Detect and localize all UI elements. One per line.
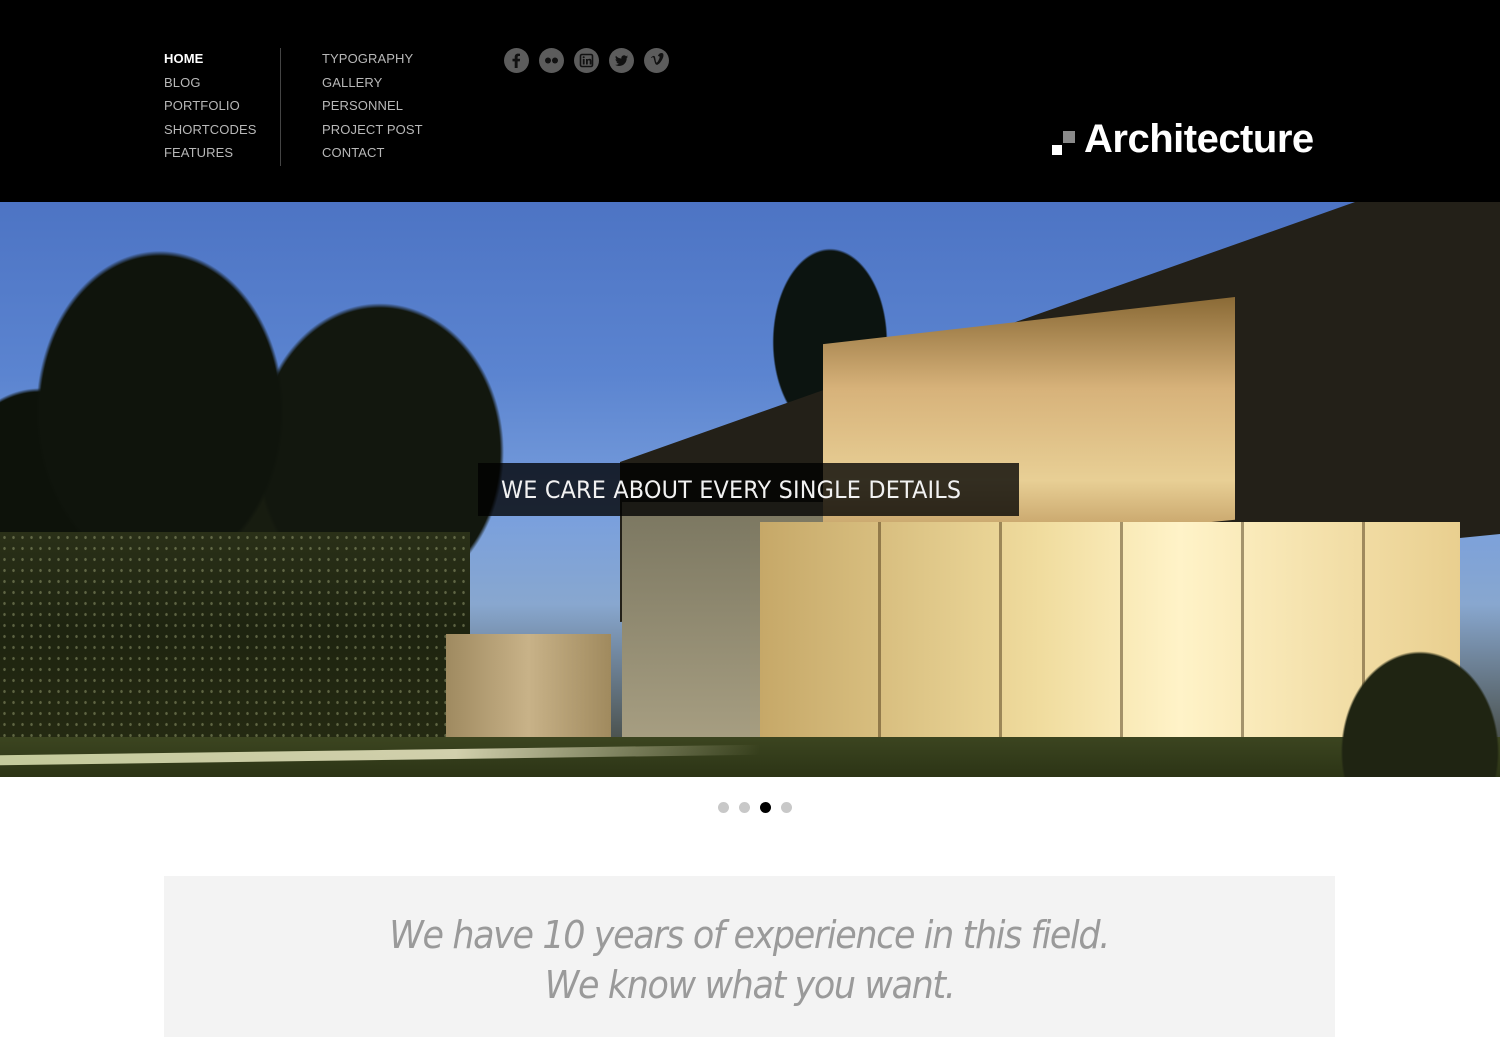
- facebook-icon[interactable]: [504, 48, 529, 73]
- twitter-icon[interactable]: [609, 48, 634, 73]
- nav-item-personnel[interactable]: PERSONNEL: [322, 98, 403, 113]
- slider-dot-2[interactable]: [739, 802, 750, 813]
- slider-pagination: [718, 802, 792, 813]
- tagline-box: We have 10 years of experience in this f…: [164, 876, 1335, 1037]
- hero-image-hedge: [0, 532, 470, 772]
- linkedin-icon[interactable]: [574, 48, 599, 73]
- primary-nav: HOME BLOG PORTFOLIO SHORTCODES FEATURES: [164, 48, 257, 166]
- logo-text: Architecture: [1084, 117, 1314, 161]
- hero-caption: WE CARE ABOUT EVERY SINGLE DETAILS: [478, 463, 1019, 516]
- secondary-nav: TYPOGRAPHY GALLERY PERSONNEL PROJECT POS…: [322, 48, 423, 166]
- nav-item-blog[interactable]: BLOG: [164, 75, 201, 90]
- nav-item-contact[interactable]: CONTACT: [322, 145, 385, 160]
- hero-slider[interactable]: WE CARE ABOUT EVERY SINGLE DETAILS: [0, 202, 1500, 777]
- slider-dot-3[interactable]: [760, 802, 771, 813]
- nav-item-typography[interactable]: TYPOGRAPHY: [322, 51, 413, 66]
- social-links: [504, 48, 669, 73]
- flickr-icon[interactable]: [539, 48, 564, 73]
- site-header: HOME BLOG PORTFOLIO SHORTCODES FEATURES …: [0, 0, 1500, 202]
- nav-item-project-post[interactable]: PROJECT POST: [322, 122, 423, 137]
- hero-caption-text: WE CARE ABOUT EVERY SINGLE DETAILS: [501, 475, 962, 504]
- tagline-line-1: We have 10 years of experience in this f…: [389, 912, 1111, 957]
- tagline-line-2: We know what you want.: [544, 962, 956, 1007]
- nav-item-features[interactable]: FEATURES: [164, 145, 233, 160]
- hero-image-bush: [1310, 602, 1500, 777]
- nav-item-home[interactable]: HOME: [164, 51, 203, 66]
- vimeo-icon[interactable]: [644, 48, 669, 73]
- nav-item-shortcodes[interactable]: SHORTCODES: [164, 122, 257, 137]
- nav-divider: [280, 48, 281, 166]
- nav-item-gallery[interactable]: GALLERY: [322, 75, 382, 90]
- slider-dot-1[interactable]: [718, 802, 729, 813]
- hero-image-wood-box: [446, 634, 611, 744]
- slider-dot-4[interactable]: [781, 802, 792, 813]
- logo-mark-icon: [1052, 130, 1076, 155]
- nav-item-portfolio[interactable]: PORTFOLIO: [164, 98, 240, 113]
- site-logo[interactable]: Architecture: [1052, 117, 1314, 162]
